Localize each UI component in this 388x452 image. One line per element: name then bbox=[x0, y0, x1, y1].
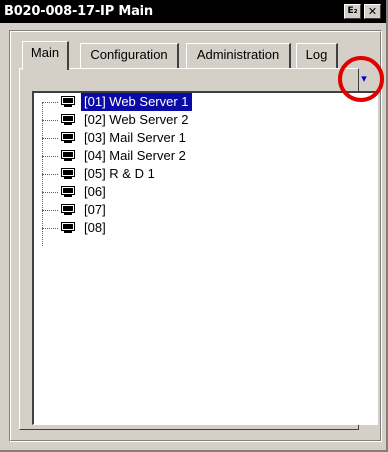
computer-icon bbox=[61, 96, 75, 107]
tree-item-port-03[interactable]: [03] Mail Server 1 bbox=[34, 129, 374, 147]
tree-item-port-08[interactable]: [08] bbox=[34, 219, 374, 237]
tree-item-port-06[interactable]: [06] bbox=[34, 183, 374, 201]
restore-button[interactable]: E₂ bbox=[344, 4, 361, 19]
main-window: B020-008-17-IP Main E₂ ✕ Main Configurat… bbox=[0, 0, 388, 452]
expand-all-icon[interactable]: ▾ bbox=[357, 72, 371, 86]
port-tree[interactable]: [01] Web Server 1 [02] Web Server 2 [03]… bbox=[32, 91, 378, 425]
tree-item-port-04[interactable]: [04] Mail Server 2 bbox=[34, 147, 374, 165]
close-button[interactable]: ✕ bbox=[364, 4, 381, 19]
computer-icon bbox=[61, 114, 75, 125]
tree-item-label: [04] Mail Server 2 bbox=[84, 148, 186, 163]
tree-item-port-01[interactable]: [01] Web Server 1 bbox=[34, 93, 374, 111]
tree-item-label: [02] Web Server 2 bbox=[84, 112, 189, 127]
tree-item-label: [03] Mail Server 1 bbox=[84, 130, 186, 145]
tree-item-label: [05] R & D 1 bbox=[84, 166, 155, 181]
tree-item-port-07[interactable]: [07] bbox=[34, 201, 374, 219]
computer-icon bbox=[61, 132, 75, 143]
computer-icon bbox=[61, 222, 75, 233]
computer-icon bbox=[61, 204, 75, 215]
tree-item-port-05[interactable]: [05] R & D 1 bbox=[34, 165, 374, 183]
tree-item-label: [08] bbox=[84, 220, 106, 235]
tab-log[interactable]: Log bbox=[296, 43, 338, 68]
tab-main[interactable]: Main bbox=[22, 41, 69, 70]
tab-administration[interactable]: Administration bbox=[186, 43, 291, 68]
window-title: B020-008-17-IP Main bbox=[4, 4, 153, 19]
computer-icon bbox=[61, 168, 75, 179]
computer-icon bbox=[61, 186, 75, 197]
computer-icon bbox=[61, 150, 75, 161]
title-bar[interactable]: B020-008-17-IP Main E₂ ✕ bbox=[0, 0, 386, 23]
tree-item-label: [06] bbox=[84, 184, 106, 199]
tree-item-label: [01] Web Server 1 bbox=[81, 93, 192, 111]
tree-item-label: [07] bbox=[84, 202, 106, 217]
tree-item-port-02[interactable]: [02] Web Server 2 bbox=[34, 111, 374, 129]
tab-configuration[interactable]: Configuration bbox=[80, 43, 179, 68]
